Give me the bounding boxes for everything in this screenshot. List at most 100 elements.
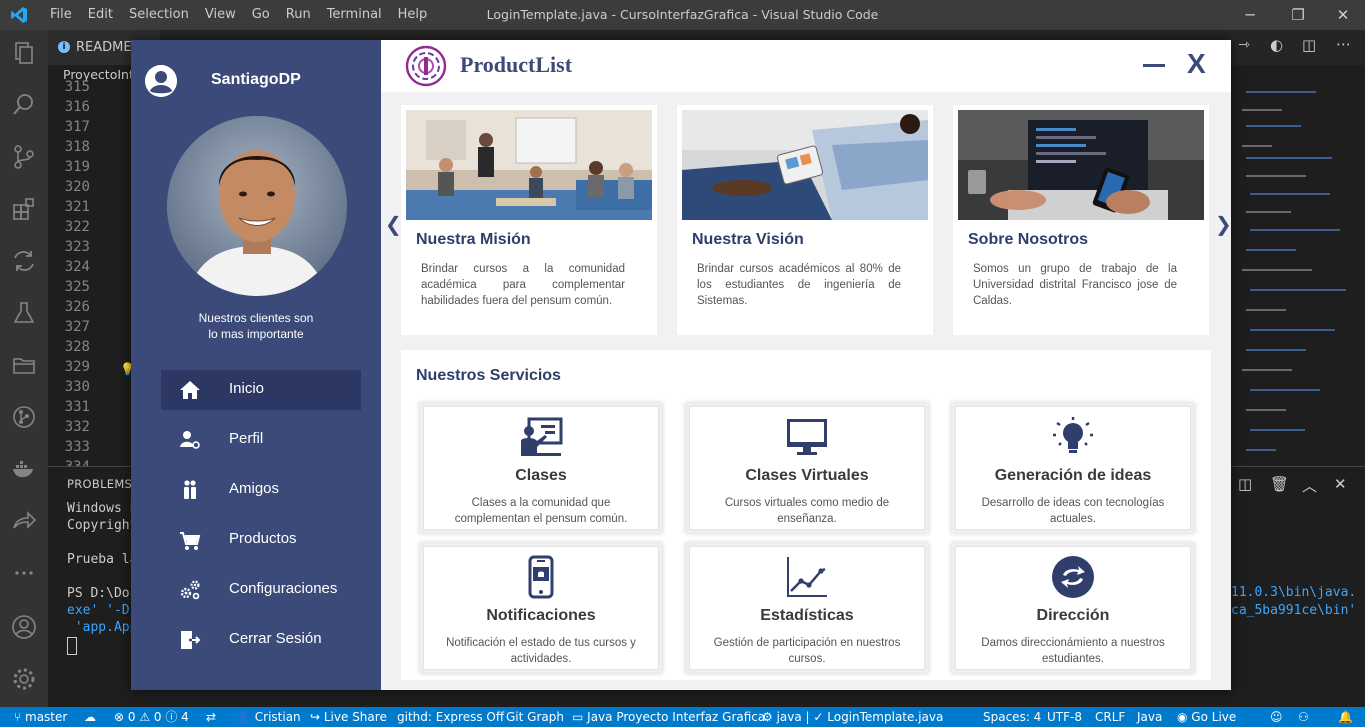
status-encoding[interactable]: UTF-8 [1047,707,1082,727]
app-minimize-button[interactable] [1141,50,1167,80]
nav-item-configuraciones[interactable]: Configuraciones [161,570,361,610]
line-number: 321 [64,199,90,215]
card-description: Brindar cursos a la comunidad académica … [421,263,625,307]
status-spaces[interactable]: Spaces: 4 [983,707,1041,727]
user-name: SantiagoDP [211,71,301,88]
status-eol[interactable]: CRLF [1095,707,1125,727]
line-number: 325 [64,279,90,295]
live-share-status-icon[interactable]: ⇄ [206,707,216,727]
service-name: Clases [515,467,567,484]
window-minimize-button[interactable]: ─ [1227,0,1273,30]
folder-icon[interactable] [11,352,37,378]
status-user[interactable]: 👤 Cristian [236,707,301,727]
menu-help[interactable]: Help [390,0,436,30]
line-number: 331 [64,399,90,415]
line-number: 319 [64,159,90,175]
window-restore-button[interactable]: ❐ [1275,0,1321,30]
service-notificaciones[interactable]: Notificaciones Notificación el estado de… [423,546,659,670]
app-brand-title: ProductList [460,52,573,77]
service-generacion-de-ideas[interactable]: Generación de ideas Desarrollo de ideas … [955,406,1191,530]
notifications-bell-icon[interactable]: 🔔 [1338,707,1353,727]
services-title: Nuestros Servicios [416,367,561,384]
search-icon[interactable] [11,92,37,118]
status-git-graph[interactable]: Git Graph [506,707,564,727]
nav-item-productos[interactable]: Productos [161,520,361,560]
remote-share-icon[interactable] [11,508,37,534]
status-language[interactable]: Java [1137,707,1162,727]
settings-gear-icon[interactable] [11,666,37,692]
app-close-button[interactable]: X [1187,46,1206,82]
status-live-share[interactable]: ↪ Live Share [310,707,387,727]
nav-item-amigos[interactable]: Amigos [161,470,361,510]
extensions-icon[interactable] [11,196,37,222]
menu-file[interactable]: File [42,0,80,30]
sync-icon[interactable]: ☁ [84,707,96,727]
java-gear-icon: ⚙ [762,710,777,724]
open-changes-icon[interactable]: ⇾ [1238,37,1250,53]
source-control-icon[interactable] [11,144,37,170]
monitor-icon [787,419,827,455]
service-direccion[interactable]: Dirección Damos direccionámiento a nuest… [955,546,1191,670]
service-clases-virtuales[interactable]: Clases Virtuales Cursos virtuales como m… [689,406,925,530]
service-description: Clases a la comunidad que complementan e… [454,497,628,525]
status-go-live[interactable]: ◉ Go Live [1177,707,1236,727]
close-panel-icon[interactable]: ✕ [1334,475,1347,493]
live-share-people-icon[interactable]: ⚇ [1298,707,1309,727]
split-editor-icon[interactable]: ◫ [1302,36,1316,54]
test-flask-icon[interactable] [11,300,37,326]
menu-view[interactable]: View [197,0,244,30]
terminal-line: Prueba la [67,552,138,567]
carousel-next-button[interactable]: ❯ [1215,212,1232,236]
service-name: Notificaciones [486,607,596,624]
split-terminal-icon[interactable]: ◫ [1238,475,1252,493]
git-graph-icon[interactable] [11,404,37,430]
more-actions-icon[interactable]: ⋯ [1336,35,1351,53]
nav-item-perfil[interactable]: Perfil [161,420,361,460]
docker-icon[interactable] [11,456,37,482]
kill-terminal-icon[interactable]: 🗑 [1270,475,1289,493]
nav-item-inicio[interactable]: Inicio [161,370,361,410]
minimap[interactable] [1238,85,1355,465]
status-branch[interactable]: ⑂ master [14,707,67,727]
maximize-panel-icon[interactable]: ︿ [1302,475,1317,496]
menu-go[interactable]: Go [244,0,278,30]
panel-tab-problems[interactable]: PROBLEMS [67,477,132,491]
service-estadisticas[interactable]: Estadísticas Gestión de participación en… [689,546,925,670]
status-problems[interactable]: ⊗ 0 ⚠ 0 ⓘ 4 [114,707,189,727]
window-close-button[interactable]: ✕ [1320,0,1365,30]
status-java[interactable]: ⚙ java | ✓ LoginTemplate.java [762,707,943,727]
status-githd[interactable]: githd: Express Off [397,707,504,727]
nav-label: Configuraciones [229,580,338,597]
menu-terminal[interactable]: Terminal [319,0,390,30]
accounts-icon[interactable] [11,614,37,640]
nav-item-cerrar-sesion[interactable]: Cerrar Sesión [161,620,361,660]
services-section: Nuestros Servicios Clases Clases a la co… [401,350,1211,680]
info-card-vision: Nuestra Visión Brindar cursos académicos… [677,105,933,335]
menu-selection[interactable]: Selection [121,0,197,30]
status-branch-label: master [25,710,68,724]
status-project[interactable]: ▭ Java Proyecto Interfaz Grafica [572,707,765,727]
line-number: 317 [64,119,90,135]
explorer-icon[interactable] [11,40,37,66]
terminal-line: PS D:\Doc [67,586,138,601]
feedback-icon[interactable]: ☺ [1270,707,1283,727]
line-number: 316 [64,99,90,115]
card-photo-laptop [958,110,1204,220]
tagline-line-2: lo mas importante [208,327,304,341]
live-share-sync-icon[interactable] [11,248,37,274]
menu-edit[interactable]: Edit [80,0,121,30]
person-icon: 👤 [236,710,255,724]
teacher-board-icon [521,417,563,456]
logout-icon [181,631,201,649]
line-number: 332 [64,419,90,435]
line-number: 318 [64,139,90,155]
tagline-line-1: Nuestros clientes son [198,311,314,325]
go-live-icon[interactable]: ◐ [1270,36,1283,54]
service-clases[interactable]: Clases Clases a la comunidad que complem… [423,406,659,530]
carousel-prev-button[interactable]: ❮ [385,212,402,236]
menu-run[interactable]: Run [278,0,319,30]
more-icon[interactable] [11,560,37,586]
status-go-live-label: Go Live [1191,710,1237,724]
home-icon [180,381,200,399]
info-icon: i [58,41,70,53]
